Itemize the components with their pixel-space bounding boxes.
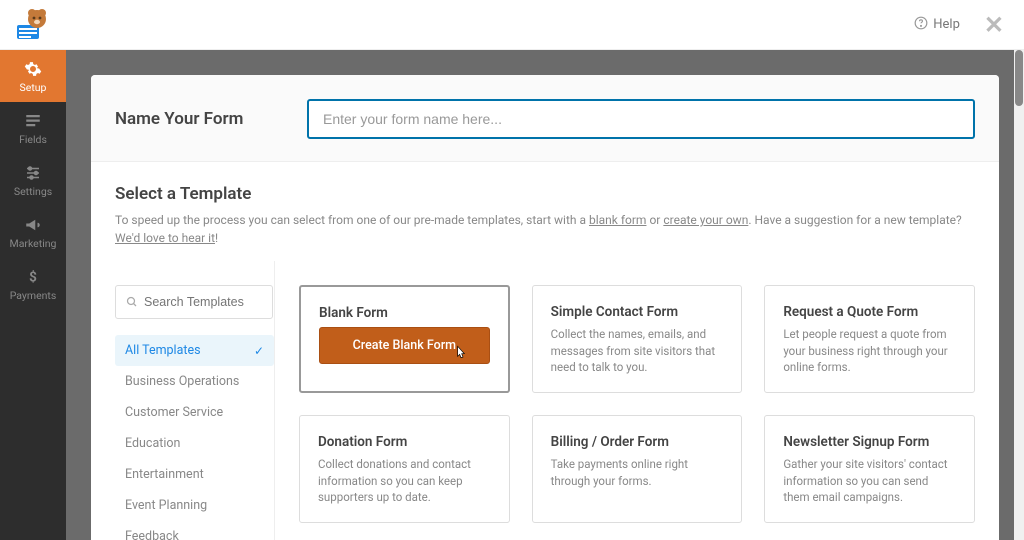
category-item[interactable]: Entertainment bbox=[115, 459, 274, 490]
sidebar-item-marketing[interactable]: Marketing bbox=[0, 206, 66, 258]
template-card-desc: Let people request a quote from your bus… bbox=[783, 326, 956, 376]
template-card-desc: Collect the names, emails, and messages … bbox=[551, 326, 724, 376]
template-card[interactable]: Billing / Order Form Take payments onlin… bbox=[532, 415, 743, 523]
create-own-link[interactable]: create your own bbox=[663, 213, 748, 227]
svg-text:$: $ bbox=[29, 269, 37, 285]
check-icon: ✓ bbox=[254, 344, 264, 358]
template-grid: Blank Form Create Blank Form Simple Cont… bbox=[299, 261, 975, 540]
template-body: All Templates ✓ Business Operations Cust… bbox=[91, 261, 999, 540]
sidebar-item-label: Payments bbox=[10, 289, 57, 302]
template-title: Select a Template bbox=[115, 184, 975, 204]
sidebar-item-settings[interactable]: Settings bbox=[0, 154, 66, 206]
gear-icon bbox=[23, 59, 43, 79]
search-box[interactable] bbox=[115, 285, 273, 319]
category-item[interactable]: Feedback bbox=[115, 521, 274, 540]
category-label: All Templates bbox=[125, 343, 201, 358]
template-card-title: Simple Contact Form bbox=[551, 304, 724, 320]
sidebar-item-setup[interactable]: Setup bbox=[0, 50, 66, 102]
setup-panel: Name Your Form Select a Template To spee… bbox=[91, 75, 999, 540]
megaphone-icon bbox=[23, 215, 43, 235]
sidebar-item-label: Fields bbox=[19, 133, 47, 146]
name-section: Name Your Form bbox=[91, 75, 999, 162]
scrollbar-track[interactable] bbox=[1014, 50, 1024, 540]
template-card-title: Donation Form bbox=[318, 434, 491, 450]
stage-backdrop: Name Your Form Select a Template To spee… bbox=[66, 50, 1024, 540]
category-item[interactable]: Event Planning bbox=[115, 490, 274, 521]
category-item[interactable]: Business Operations bbox=[115, 366, 274, 397]
template-sidebar: All Templates ✓ Business Operations Cust… bbox=[115, 261, 275, 540]
topbar-right: Help ✕ bbox=[914, 11, 1004, 39]
help-link[interactable]: Help bbox=[914, 16, 960, 34]
sidebar-item-payments[interactable]: $ Payments bbox=[0, 258, 66, 310]
create-blank-form-button[interactable]: Create Blank Form bbox=[319, 327, 490, 364]
name-label: Name Your Form bbox=[115, 109, 285, 129]
template-card-title: Billing / Order Form bbox=[551, 434, 724, 450]
template-desc: To speed up the process you can select f… bbox=[115, 211, 975, 247]
help-label: Help bbox=[933, 17, 960, 32]
form-name-input[interactable] bbox=[307, 99, 975, 139]
dollar-icon: $ bbox=[23, 267, 43, 287]
template-card-blank[interactable]: Blank Form Create Blank Form bbox=[299, 285, 510, 393]
sidebar-item-label: Marketing bbox=[10, 237, 57, 250]
template-card-desc: Gather your site visitors' contact infor… bbox=[783, 456, 956, 506]
topbar: Help ✕ bbox=[0, 0, 1024, 50]
list-icon bbox=[23, 111, 43, 131]
template-card-desc: Take payments online right through your … bbox=[551, 456, 724, 489]
search-input[interactable] bbox=[144, 295, 262, 309]
template-card[interactable]: Request a Quote Form Let people request … bbox=[764, 285, 975, 393]
template-card[interactable]: Newsletter Signup Form Gather your site … bbox=[764, 415, 975, 523]
suggestion-link[interactable]: We'd love to hear it bbox=[115, 231, 215, 245]
help-icon bbox=[914, 16, 928, 34]
template-card-title: Blank Form bbox=[319, 305, 490, 321]
sidebar-item-fields[interactable]: Fields bbox=[0, 102, 66, 154]
search-icon bbox=[126, 293, 138, 312]
blank-form-link[interactable]: blank form bbox=[589, 213, 646, 227]
template-header: Select a Template To speed up the proces… bbox=[91, 162, 999, 261]
template-card[interactable]: Simple Contact Form Collect the names, e… bbox=[532, 285, 743, 393]
category-item[interactable]: Customer Service bbox=[115, 397, 274, 428]
template-card-title: Newsletter Signup Form bbox=[783, 434, 956, 450]
category-all-templates[interactable]: All Templates ✓ bbox=[115, 335, 274, 366]
close-button[interactable]: ✕ bbox=[984, 11, 1004, 39]
template-card-title: Request a Quote Form bbox=[783, 304, 956, 320]
sliders-icon bbox=[23, 163, 43, 183]
scrollbar-thumb[interactable] bbox=[1015, 50, 1023, 106]
app-logo bbox=[10, 4, 52, 46]
template-card[interactable]: Donation Form Collect donations and cont… bbox=[299, 415, 510, 523]
sidebar-item-label: Setup bbox=[20, 81, 47, 94]
sidebar: Setup Fields Settings Marketing $ Paymen… bbox=[0, 50, 66, 540]
template-card-desc: Collect donations and contact informatio… bbox=[318, 456, 491, 506]
sidebar-item-label: Settings bbox=[14, 185, 52, 198]
category-item[interactable]: Education bbox=[115, 428, 274, 459]
